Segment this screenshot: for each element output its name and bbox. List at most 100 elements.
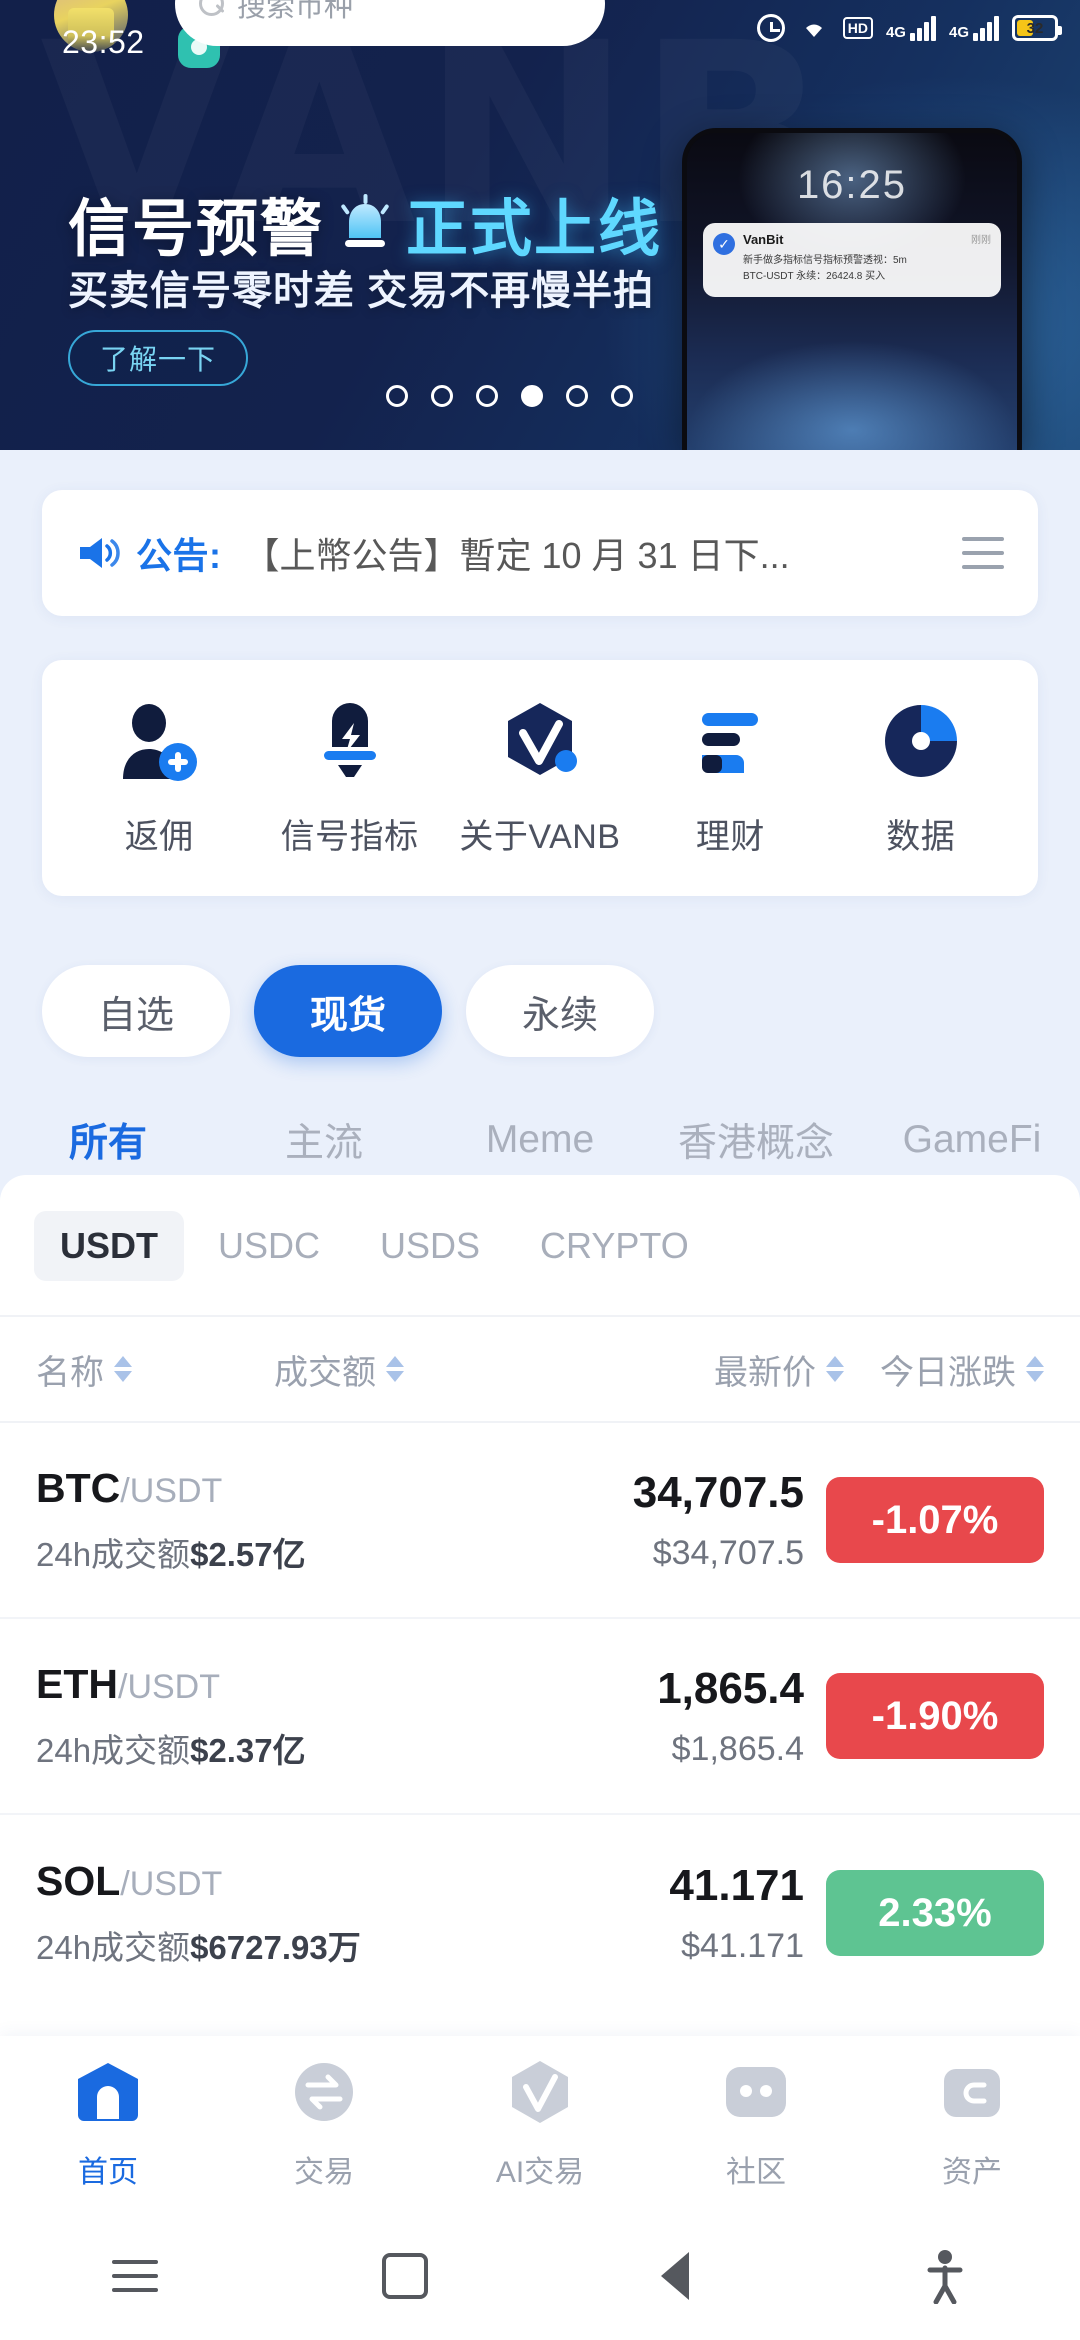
- market-type-segmented-control[interactable]: 自选 现货 永续: [42, 965, 655, 1057]
- search-input[interactable]: 搜索币种: [175, 0, 605, 46]
- nav-label: 社区: [726, 2156, 786, 2189]
- nav-ai-trade[interactable]: AI交易: [432, 2057, 648, 2191]
- quick-action-about[interactable]: 关于VANB: [455, 699, 625, 858]
- recents-menu-icon[interactable]: [0, 2260, 270, 2292]
- nav-label: 首页: [78, 2156, 138, 2189]
- carousel-dots[interactable]: [386, 385, 633, 407]
- carousel-dot[interactable]: [431, 385, 453, 407]
- currency-tab-usdc[interactable]: USDC: [192, 1211, 346, 1281]
- sort-arrows-icon[interactable]: [114, 1356, 132, 1382]
- header-volume[interactable]: 成交额: [274, 1345, 574, 1394]
- table-row[interactable]: BTC/USDT 24h成交额$2.57亿 34,707.5 $34,707.5…: [0, 1423, 1080, 1619]
- pair-name: ETH/USDT: [36, 1660, 220, 1707]
- nav-label: AI交易: [495, 2156, 585, 2189]
- tab-all[interactable]: 所有: [0, 1112, 216, 1168]
- pair-price-usd: $41.171: [681, 1926, 804, 1965]
- status-time: 23:52: [62, 24, 145, 60]
- pair-name: SOL/USDT: [36, 1857, 223, 1904]
- phone-mockup-glow: [687, 340, 1017, 450]
- hero-title-part1: 信号预警: [68, 195, 325, 264]
- quick-action-label: 信号指标: [280, 817, 419, 856]
- signal-alarm-icon: [306, 699, 394, 783]
- sort-arrows-icon[interactable]: [386, 1356, 404, 1382]
- announcement-bar[interactable]: 公告: 【上幣公告】暫定 10 月 31 日下...: [42, 490, 1038, 616]
- alarm-clock-icon: [756, 14, 785, 42]
- wifi-icon: [798, 16, 830, 40]
- currency-tabs[interactable]: USDT USDC USDS CRYPTO: [0, 1175, 1080, 1291]
- change-badge: -1.90%: [826, 1673, 1044, 1759]
- currency-tab-usdt[interactable]: USDT: [34, 1211, 184, 1281]
- quick-action-finance[interactable]: 理财: [645, 699, 815, 858]
- segment-watchlist[interactable]: 自选: [42, 965, 231, 1057]
- signal-4g-2-icon: 4G: [949, 15, 999, 41]
- announcement-text[interactable]: 【上幣公告】暫定 10 月 31 日下...: [244, 527, 945, 579]
- hd-voice-icon: HD: [842, 17, 873, 39]
- hero-banner[interactable]: VANB 23:52 搜索币种 HD 4G 4G: [0, 0, 1080, 450]
- app-screen: VANB 23:52 搜索币种 HD 4G 4G: [0, 0, 1080, 2340]
- exchange-arrows-icon: [286, 2057, 362, 2133]
- carousel-dot[interactable]: [611, 385, 633, 407]
- market-table-header: 名称 成交额 最新价 今日涨跌: [0, 1315, 1080, 1423]
- header-change[interactable]: 今日涨跌: [844, 1345, 1044, 1394]
- tab-gamefi[interactable]: GameFi: [864, 1118, 1080, 1162]
- battery-percent: 32: [1026, 19, 1044, 37]
- accessibility-icon[interactable]: [810, 2248, 1080, 2304]
- megaphone-icon: [76, 533, 120, 573]
- nav-assets[interactable]: 资产: [864, 2057, 1080, 2191]
- segment-perpetual[interactable]: 永续: [466, 965, 655, 1057]
- tab-hongkong[interactable]: 香港概念: [648, 1112, 864, 1168]
- tab-meme[interactable]: Meme: [432, 1118, 648, 1162]
- quick-action-data[interactable]: 数据: [836, 699, 1006, 858]
- carousel-dot-active[interactable]: [521, 385, 543, 407]
- phone-mockup-line1: 新手做多指标信号指标预警透视：5m: [743, 255, 907, 266]
- home-square-icon[interactable]: [270, 2253, 540, 2299]
- list-menu-icon[interactable]: [962, 537, 1004, 569]
- status-icons: HD 4G 4G 32: [756, 14, 1062, 42]
- table-row[interactable]: ETH/USDT 24h成交额$2.37亿 1,865.4 $1,865.4 -…: [0, 1619, 1080, 1815]
- quick-action-label: 关于VANB: [459, 817, 621, 856]
- segment-spot[interactable]: 现货: [254, 965, 443, 1057]
- search-icon: [199, 0, 225, 17]
- pair-volume: 24h成交额$2.57亿: [36, 1535, 306, 1573]
- carousel-dot[interactable]: [386, 385, 408, 407]
- nav-home[interactable]: 首页: [0, 2057, 216, 2191]
- quick-action-rebate[interactable]: 返佣: [74, 699, 244, 858]
- sort-arrows-icon[interactable]: [1026, 1356, 1044, 1382]
- quick-action-label: 理财: [695, 817, 765, 856]
- pair-volume: 24h成交额$6727.93万: [36, 1928, 361, 1966]
- phone-mockup-when: 刚刚: [971, 235, 991, 246]
- battery-icon: 32: [1012, 15, 1062, 41]
- nav-trade[interactable]: 交易: [216, 2057, 432, 2191]
- phone-mockup-app-name: VanBit: [743, 232, 784, 247]
- user-add-icon: [115, 699, 203, 783]
- vanb-hexagon-icon: [496, 699, 584, 783]
- carousel-dot[interactable]: [566, 385, 588, 407]
- hero-title: 信号预警 正式上线: [68, 178, 662, 268]
- bottom-navigation[interactable]: 首页 交易 AI交易 社区 资产: [0, 2036, 1080, 2212]
- currency-tab-usds[interactable]: USDS: [354, 1211, 506, 1281]
- table-row[interactable]: SOL/USDT 24h成交额$6727.93万 41.171 $41.171 …: [0, 1815, 1080, 2011]
- currency-tab-crypto[interactable]: CRYPTO: [514, 1211, 715, 1281]
- change-badge: 2.33%: [826, 1870, 1044, 1956]
- announcement-label: 公告:: [136, 535, 222, 576]
- ai-hexagon-icon: [502, 2057, 578, 2133]
- back-triangle-icon[interactable]: [540, 2252, 810, 2300]
- header-last-price[interactable]: 最新价: [574, 1345, 844, 1394]
- phone-mockup-line2: BTC-USDT 永续：26424.8 买入: [743, 271, 886, 282]
- sort-arrows-icon[interactable]: [826, 1356, 844, 1382]
- pair-price: 41.171: [669, 1860, 804, 1910]
- hero-title-part2: 正式上线: [406, 195, 663, 264]
- phone-mockup-time: 16:25: [796, 163, 908, 207]
- nav-community[interactable]: 社区: [648, 2057, 864, 2191]
- search-placeholder: 搜索币种: [237, 0, 354, 23]
- hero-cta-button[interactable]: 了解一下: [68, 330, 248, 386]
- pair-price: 34,707.5: [632, 1467, 804, 1517]
- signal-4g-1-icon: 4G: [886, 15, 936, 41]
- header-name[interactable]: 名称: [36, 1345, 274, 1394]
- tab-mainstream[interactable]: 主流: [216, 1112, 432, 1168]
- community-icon: [718, 2057, 794, 2133]
- system-navigation-bar[interactable]: [0, 2212, 1080, 2340]
- quick-action-signal[interactable]: 信号指标: [265, 699, 435, 858]
- carousel-dot[interactable]: [476, 385, 498, 407]
- nav-label: 交易: [294, 2156, 354, 2189]
